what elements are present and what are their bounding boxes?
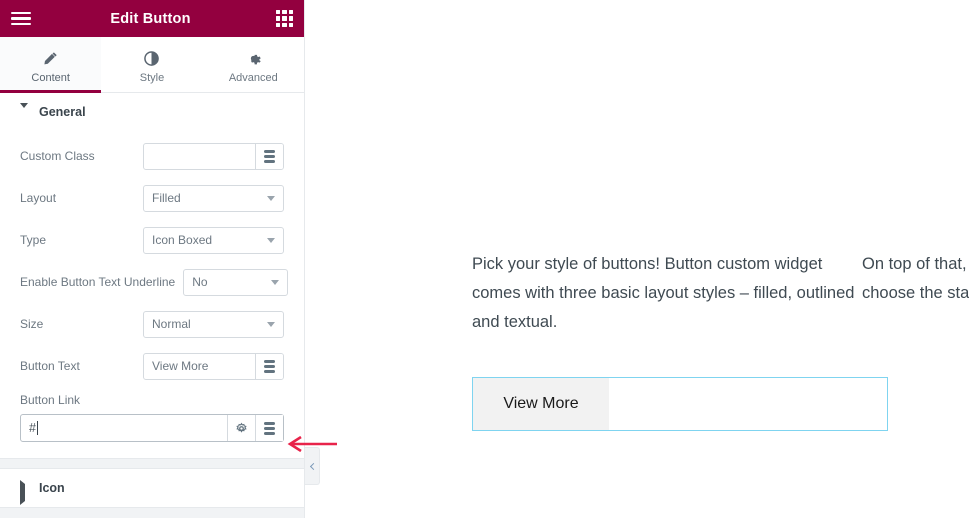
size-select[interactable]: Normal [143, 310, 284, 338]
tab-style[interactable]: Style [101, 37, 202, 92]
editor-panel: Edit Button Content Style Advanced Gener… [0, 0, 305, 518]
tab-label: Advanced [228, 72, 278, 84]
type-select[interactable]: Icon Boxed [143, 226, 284, 254]
chevron-down-icon [259, 228, 283, 253]
section-general-body: Custom Class Layout Filled Type Icon Box… [0, 131, 304, 458]
tab-label: Style [139, 72, 165, 84]
preview-button[interactable]: View More [473, 378, 609, 430]
grid-icon[interactable] [276, 10, 293, 27]
panel-title: Edit Button [110, 10, 191, 27]
field-label: Button Text [20, 359, 80, 373]
section-icon: Icon [0, 468, 304, 508]
field-label: Enable Button Text Underline [20, 275, 176, 289]
dynamic-content-icon[interactable] [255, 143, 283, 169]
field-button-link: Button Link # [20, 387, 284, 442]
button-text-input[interactable] [144, 353, 255, 379]
tab-content[interactable]: Content [0, 37, 102, 93]
section-general: General Custom Class Layout Filled Type … [0, 93, 304, 459]
field-type: Type Icon Boxed [20, 219, 284, 261]
layout-select-value: Filled [152, 191, 181, 205]
section-title: Icon [39, 481, 65, 495]
preview-canvas: Pick your style of buttons! Button custo… [306, 0, 969, 518]
button-text-control [143, 352, 284, 380]
chevron-down-icon [263, 270, 287, 295]
custom-class-input[interactable] [144, 143, 255, 169]
preview-column-text: Pick your style of buttons! Button custo… [472, 255, 855, 331]
field-custom-class: Custom Class [20, 135, 284, 177]
layout-select[interactable]: Filled [143, 184, 284, 212]
dynamic-content-icon[interactable] [255, 415, 283, 441]
editor-screen: Pick your style of buttons! Button custo… [0, 0, 969, 518]
link-options-gear-icon[interactable] [227, 415, 255, 441]
chevron-right-icon [20, 480, 28, 505]
panel-body: General Custom Class Layout Filled Type … [0, 93, 304, 518]
button-link-control: # [20, 414, 284, 442]
button-link-input[interactable]: # [21, 415, 227, 441]
section-general-header[interactable]: General [0, 93, 304, 131]
underline-select[interactable]: No [183, 268, 289, 296]
preview-column-text: On top of that, you also get to choose t… [862, 255, 969, 302]
field-label: Type [20, 233, 47, 247]
panel-collapse-handle[interactable] [305, 447, 320, 485]
tab-advanced[interactable]: Advanced [203, 37, 304, 92]
panel-tabs: Content Style Advanced [0, 37, 304, 93]
text-cursor [36, 421, 38, 435]
button-link-value: # [29, 421, 36, 435]
pencil-icon [43, 49, 58, 67]
panel-header: Edit Button [0, 0, 304, 37]
underline-select-value: No [192, 275, 208, 289]
field-button-text: Button Text [20, 345, 284, 387]
chevron-left-icon [309, 462, 317, 470]
field-button-text-underline: Enable Button Text Underline No [20, 261, 289, 303]
dynamic-content-icon[interactable] [255, 353, 283, 379]
field-size: Size Normal [20, 303, 284, 345]
preview-columns: Pick your style of buttons! Button custo… [472, 250, 969, 337]
section-title: General [39, 105, 86, 119]
chevron-down-icon [259, 186, 283, 211]
chevron-down-icon [20, 103, 28, 125]
tab-label: Content [31, 72, 70, 84]
selected-widget-frame[interactable]: View More [472, 377, 888, 431]
custom-class-control [143, 142, 284, 170]
size-select-value: Normal [152, 317, 191, 331]
field-label: Layout [20, 191, 57, 205]
field-label: Custom Class [20, 149, 95, 163]
field-label: Button Link [20, 393, 81, 407]
gear-icon [246, 49, 261, 67]
field-label: Size [20, 317, 44, 331]
contrast-icon [144, 49, 160, 67]
section-icon-header[interactable]: Icon [0, 469, 304, 507]
type-select-value: Icon Boxed [152, 233, 213, 247]
chevron-down-icon [259, 312, 283, 337]
field-layout: Layout Filled [20, 177, 284, 219]
